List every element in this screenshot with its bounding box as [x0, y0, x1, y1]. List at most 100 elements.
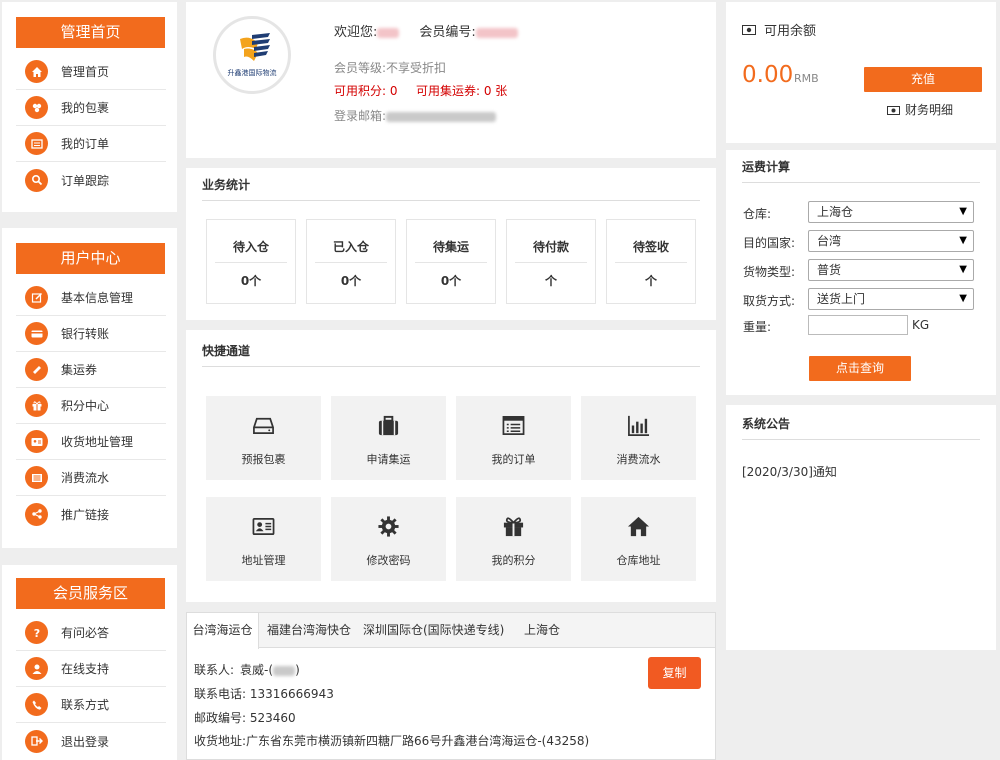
- quick-apply-consolidation[interactable]: 申请集运: [331, 396, 446, 480]
- quick-address-management[interactable]: 地址管理: [206, 497, 321, 581]
- destination-select[interactable]: 台湾 ▼: [808, 230, 974, 252]
- cargo-type-label: 货物类型:: [743, 265, 796, 279]
- sidebar-item-addresses[interactable]: 收货地址管理: [16, 424, 166, 460]
- quick-label: 仓库地址: [616, 554, 661, 567]
- cog-icon: [378, 516, 399, 537]
- stat-label: 待签收: [632, 240, 669, 254]
- stat-card[interactable]: 待签收个: [606, 219, 696, 304]
- quick-label: 申请集运: [366, 453, 411, 466]
- cargo-type-select[interactable]: 普货 ▼: [808, 259, 974, 281]
- stat-label: 待集运: [432, 240, 469, 254]
- sidebar-item-label: 银行转账: [61, 327, 110, 341]
- stats-title: 业务统计: [202, 176, 700, 201]
- stat-value: 0个: [340, 274, 362, 288]
- finance-details-link[interactable]: 财务明细: [887, 101, 953, 118]
- sidebar-panel-service: 会员服务区 ? 有问必答 在线支持 联系方式 退出登录: [2, 565, 177, 760]
- member-no-label: 会员编号:: [419, 25, 476, 40]
- sidebar-item-faq[interactable]: ? 有问必答: [16, 615, 166, 651]
- sidebar-item-referral[interactable]: 推广链接: [16, 496, 166, 532]
- gift-icon: [503, 517, 524, 537]
- postal-code: 邮政编号: 523460: [194, 711, 296, 725]
- sidebar-item-packages[interactable]: 我的包裹: [16, 90, 166, 126]
- bar-chart-icon: [628, 415, 650, 436]
- finance-details-label: 财务明细: [905, 103, 954, 117]
- sidebar-item-support[interactable]: 在线支持: [16, 651, 166, 687]
- stat-card[interactable]: 待集运 0个: [406, 219, 496, 304]
- sidebar-item-label: 订单跟踪: [61, 173, 110, 188]
- home-icon: [627, 516, 650, 537]
- warehouse-select[interactable]: 上海仓 ▼: [808, 201, 974, 223]
- money-icon: [742, 24, 756, 39]
- query-button[interactable]: 点击查询: [809, 356, 911, 381]
- sidebar-item-tracking[interactable]: 订单跟踪: [16, 162, 166, 198]
- sidebar-item-label: 消费流水: [61, 471, 110, 485]
- stat-value: 0个: [240, 274, 262, 288]
- stat-card[interactable]: 待入仓 0个: [206, 219, 296, 304]
- quick-forecast-package[interactable]: 预报包裹: [206, 396, 321, 480]
- pickup-method-label: 取货方式:: [743, 294, 796, 308]
- member-no-redacted: [475, 27, 518, 38]
- sidebar-item-label: 退出登录: [61, 734, 110, 749]
- sidebar-item-coupons[interactable]: 集运券: [16, 352, 166, 388]
- contact-redacted: [273, 665, 296, 676]
- sidebar-item-logout[interactable]: 退出登录: [16, 723, 166, 759]
- id-card-icon: [25, 430, 48, 453]
- copy-button[interactable]: 复制: [648, 657, 701, 689]
- stat-value: 个: [644, 274, 657, 288]
- sidebar-item-orders[interactable]: 我的订单: [16, 126, 166, 162]
- package-icon: [25, 96, 48, 119]
- contact-value: 袁威-(: [240, 663, 274, 677]
- quick-access-panel: 快捷通道 预报包裹 申请集运 我的订单 消费流水 地址管理 修改密码 我的积分 …: [186, 330, 716, 602]
- notice-title: 系统公告: [742, 415, 980, 440]
- dropdown-arrow-icon: ▼: [959, 293, 967, 304]
- contact-phone: 联系电话: 13316666943: [194, 687, 334, 701]
- gift-icon: [25, 394, 48, 417]
- member-level: 会员等级:不享受折扣: [334, 61, 447, 75]
- warehouse-label: 仓库:: [743, 207, 772, 221]
- stat-card[interactable]: 已入仓 0个: [306, 219, 396, 304]
- shipping-calculator-panel: 运费计算 仓库: 上海仓 ▼ 目的国家: 台湾 ▼ 货物类型: 普货 ▼ 取货方式: …: [726, 150, 996, 395]
- quick-transactions[interactable]: 消费流水: [581, 396, 696, 480]
- quick-my-orders[interactable]: 我的订单: [456, 396, 571, 480]
- notice-item[interactable]: [2020/3/30]通知: [742, 463, 837, 480]
- tab-fujian-taiwan-express[interactable]: 福建台湾海快仓: [267, 613, 351, 648]
- sidebar-item-profile[interactable]: 基本信息管理: [16, 280, 166, 316]
- sidebar-group-title: 会员服务区: [16, 578, 165, 609]
- stat-card[interactable]: 待付款个: [506, 219, 596, 304]
- contact-suffix: ): [295, 663, 300, 677]
- sidebar-item-label: 收货地址管理: [61, 435, 134, 449]
- drive-icon: [253, 417, 274, 435]
- dropdown-arrow-icon: ▼: [959, 264, 967, 275]
- tab-shanghai[interactable]: 上海仓: [524, 613, 560, 648]
- tab-shenzhen-intl[interactable]: 深圳国际仓(国际快递专线): [363, 613, 504, 648]
- destination-select-value: 台湾: [817, 234, 842, 248]
- list-icon: [25, 466, 48, 489]
- sidebar-item-label: 在线支持: [61, 662, 110, 676]
- suitcase-icon: [378, 415, 399, 436]
- balance-title: 可用余额: [764, 24, 817, 39]
- tab-taiwan-sea[interactable]: 台湾海运仓: [187, 613, 259, 649]
- quick-label: 消费流水: [616, 453, 661, 466]
- pickup-method-select[interactable]: 送货上门 ▼: [808, 288, 974, 310]
- svg-text:?: ?: [33, 627, 39, 639]
- quick-change-password[interactable]: 修改密码: [331, 497, 446, 581]
- sidebar-item-transactions[interactable]: 消费流水: [16, 460, 166, 496]
- balance-currency: RMB: [794, 72, 819, 85]
- quick-my-points[interactable]: 我的积分: [456, 497, 571, 581]
- stat-value: 个: [544, 274, 557, 288]
- sidebar-item-bank[interactable]: 银行转账: [16, 316, 166, 352]
- quick-label: 修改密码: [366, 554, 411, 567]
- list-window-icon: [502, 416, 525, 435]
- email-redacted: [386, 111, 497, 122]
- available-points: 可用积分: 0: [334, 84, 398, 98]
- quick-warehouse-address[interactable]: 仓库地址: [581, 497, 696, 581]
- weight-input[interactable]: [808, 315, 908, 335]
- sidebar-item-home[interactable]: 管理首页: [16, 54, 166, 90]
- search-icon: [25, 168, 48, 192]
- logo-text: 升鑫港国际物流: [228, 68, 277, 77]
- recharge-button[interactable]: 充值: [864, 67, 982, 92]
- quick-label: 预报包裹: [241, 453, 286, 466]
- sidebar-item-contact[interactable]: 联系方式: [16, 687, 166, 723]
- sidebar-item-label: 联系方式: [61, 698, 110, 712]
- sidebar-item-points[interactable]: 积分中心: [16, 388, 166, 424]
